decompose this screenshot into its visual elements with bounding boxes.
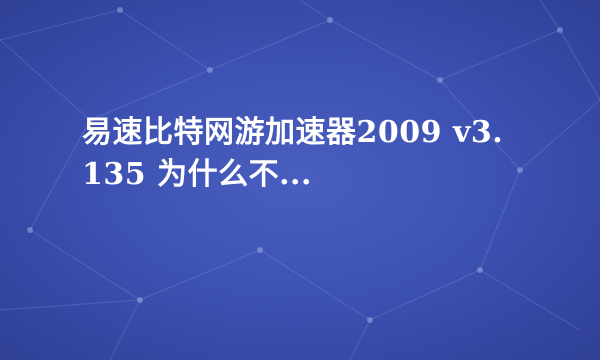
thumbnail-card: 易速比特网游加速器2009 v3.135 为什么不... (0, 0, 600, 360)
question-title: 易速比特网游加速器2009 v3.135 为什么不... (82, 115, 504, 192)
